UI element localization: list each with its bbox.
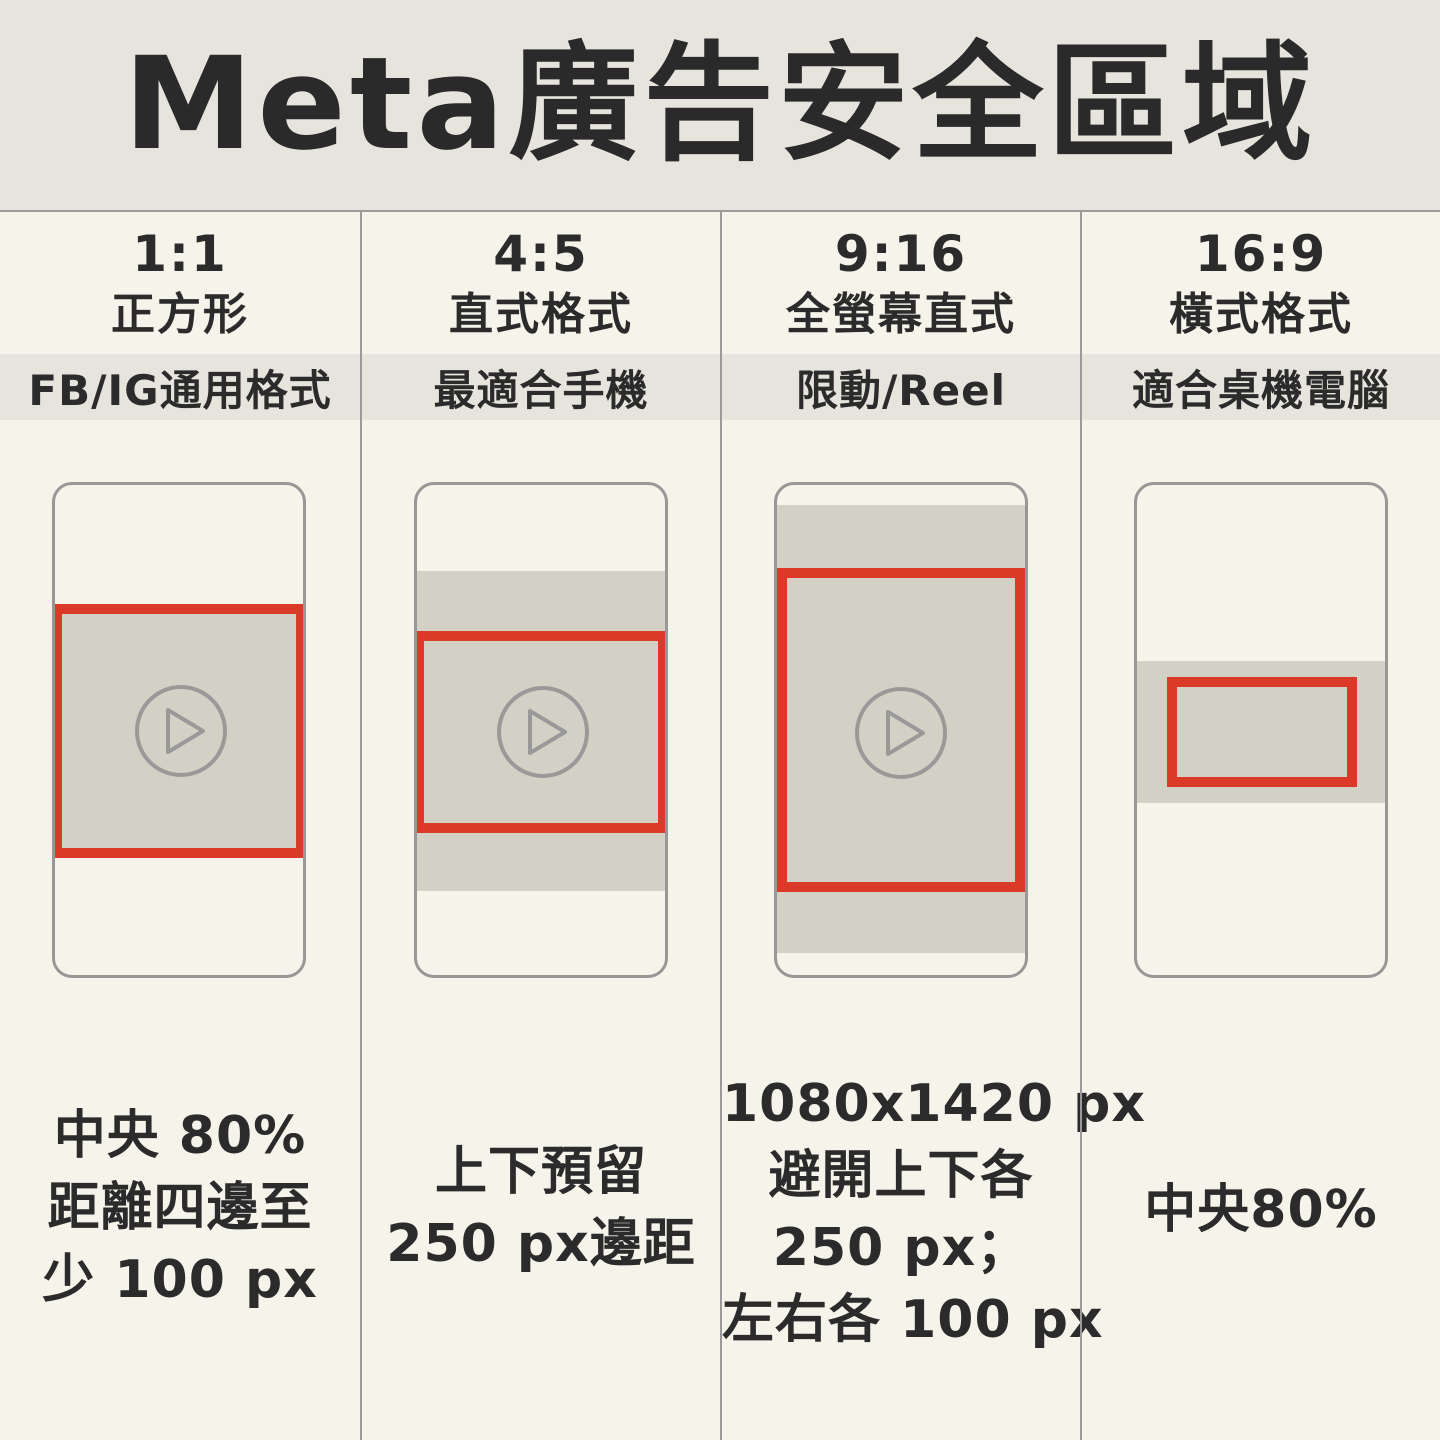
- note-line: 中央 80%: [53, 1106, 307, 1166]
- note-line: 中央80%: [1144, 1180, 1378, 1240]
- usage-band: 限動/Reel: [722, 354, 1080, 420]
- phone-frame: [414, 482, 668, 978]
- note-line: 250 px邊距: [386, 1214, 696, 1274]
- usage-label: 限動/Reel: [795, 365, 1007, 415]
- phone-frame: [52, 482, 306, 978]
- safe-zone-note: 中央80%: [1082, 1174, 1440, 1246]
- format-column-1-1: 1:1 正方形 FB/IG通用格式 中央 80% 距離四邊至 少 100 px: [0, 212, 360, 1440]
- safe-zone-outline: [1167, 677, 1357, 787]
- aspect-ratio-label: 4:5: [493, 225, 589, 283]
- note-line: 1080x1420 px: [722, 1074, 1146, 1134]
- note-line: 250 px；: [772, 1218, 1030, 1278]
- format-name: 橫式格式: [1169, 289, 1353, 340]
- format-column-4-5: 4:5 直式格式 最適合手機 上下預留 250 px邊距: [360, 212, 720, 1440]
- format-name: 直式格式: [449, 289, 633, 340]
- usage-label: 適合桌機電腦: [1131, 365, 1390, 415]
- play-icon: [497, 686, 589, 778]
- note-line: 上下預留: [434, 1142, 647, 1202]
- format-column-9-16: 9:16 全螢幕直式 限動/Reel 1080x1420 px 避開上下各 25…: [720, 212, 1146, 1440]
- note-line: 左右各 100 px: [722, 1290, 1104, 1350]
- note-line: 避開上下各: [768, 1146, 1034, 1206]
- usage-band: 適合桌機電腦: [1082, 354, 1440, 420]
- safe-zone-note: 上下預留 250 px邊距: [362, 1136, 720, 1280]
- format-name: 正方形: [111, 289, 249, 340]
- play-icon: [135, 685, 227, 777]
- aspect-ratio-label: 9:16: [834, 225, 968, 283]
- safe-zone-note: 1080x1420 px 避開上下各 250 px； 左右各 100 px: [722, 1068, 1146, 1356]
- format-name: 全螢幕直式: [786, 289, 1016, 340]
- aspect-ratio-label: 1:1: [132, 225, 228, 283]
- play-icon: [855, 687, 947, 779]
- usage-label: 最適合手機: [433, 365, 649, 415]
- aspect-ratio-label: 16:9: [1194, 225, 1328, 283]
- safe-zone-infographic: Meta廣告安全區域 1:1 正方形 FB/IG通用格式 中央 80% 距離四邊…: [0, 0, 1440, 1440]
- header-band: Meta廣告安全區域: [0, 0, 1440, 212]
- phone-frame: [1134, 482, 1388, 978]
- note-line: 距離四邊至: [47, 1178, 313, 1238]
- usage-band: 最適合手機: [362, 354, 720, 420]
- page-title: Meta廣告安全區域: [123, 30, 1317, 179]
- format-column-16-9: 16:9 橫式格式 適合桌機電腦 中央80%: [1080, 212, 1440, 1440]
- usage-label: FB/IG通用格式: [28, 365, 332, 415]
- safe-zone-note: 中央 80% 距離四邊至 少 100 px: [0, 1100, 360, 1316]
- phone-frame: [774, 482, 1028, 978]
- note-line: 少 100 px: [42, 1250, 318, 1310]
- usage-band: FB/IG通用格式: [0, 354, 360, 420]
